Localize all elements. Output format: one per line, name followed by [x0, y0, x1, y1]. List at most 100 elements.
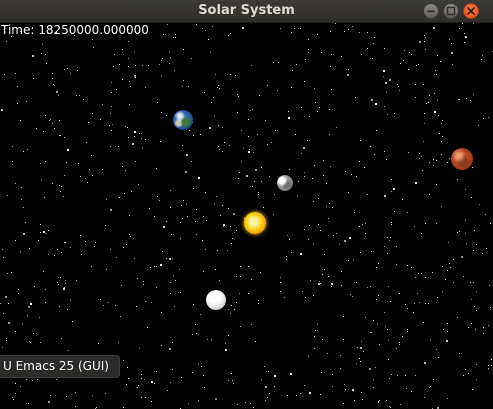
star [129, 234, 130, 235]
star [321, 372, 322, 373]
star [195, 324, 196, 325]
opengl-viewport[interactable]: Time: 18250000.000000 U Emacs 25 (GUI) [0, 23, 493, 409]
star [251, 279, 252, 280]
star [15, 393, 16, 394]
star [447, 398, 448, 399]
window-title: Solar System [198, 3, 295, 18]
star [294, 28, 295, 29]
star [271, 142, 272, 143]
star [50, 395, 51, 396]
star [426, 103, 427, 104]
star [437, 297, 438, 298]
star [425, 37, 426, 38]
star [169, 258, 171, 260]
star [258, 194, 259, 195]
star [375, 103, 377, 105]
star [421, 156, 422, 157]
star [333, 235, 334, 236]
star [225, 349, 227, 351]
star [387, 237, 388, 238]
star [422, 170, 423, 171]
star [323, 160, 324, 161]
star [291, 32, 292, 33]
star [328, 218, 329, 219]
star [462, 23, 463, 24]
title-bar[interactable]: Solar System [0, 0, 493, 23]
star [26, 379, 27, 380]
star [212, 26, 213, 27]
star [251, 65, 252, 66]
star [343, 316, 344, 317]
star [241, 130, 242, 131]
white-planet [206, 290, 226, 310]
maximize-button[interactable] [443, 3, 459, 19]
star [391, 179, 392, 180]
star [214, 116, 215, 117]
star [217, 87, 218, 88]
star [180, 238, 181, 239]
minimize-button[interactable] [423, 3, 439, 19]
star [142, 147, 143, 148]
star [371, 251, 372, 252]
star [440, 61, 441, 62]
star [326, 183, 327, 184]
star [91, 155, 92, 156]
star [465, 220, 466, 221]
star [231, 373, 232, 374]
star [259, 95, 260, 96]
star [465, 189, 466, 190]
star [356, 363, 357, 364]
star [255, 341, 256, 342]
star [429, 95, 430, 96]
star [387, 114, 388, 115]
star [17, 86, 18, 87]
star [12, 164, 13, 165]
star [147, 327, 148, 328]
star [182, 86, 183, 87]
star [433, 165, 434, 166]
star [430, 339, 431, 340]
star [354, 212, 355, 213]
star [393, 188, 395, 190]
star [473, 282, 474, 283]
star [442, 291, 443, 292]
maximize-icon [446, 6, 456, 16]
star [218, 85, 219, 86]
star [398, 86, 399, 87]
star [128, 378, 129, 379]
star [61, 338, 62, 339]
star [309, 116, 310, 117]
star [109, 125, 110, 126]
star [12, 146, 13, 147]
star [0, 303, 1, 304]
star [367, 287, 368, 288]
star [83, 99, 84, 100]
star [161, 345, 162, 346]
star [132, 143, 134, 145]
star [183, 200, 184, 201]
close-button[interactable] [463, 3, 479, 19]
star [175, 34, 176, 35]
star [192, 372, 193, 373]
star [447, 162, 448, 163]
star [351, 174, 352, 175]
star [64, 69, 65, 70]
star [273, 214, 274, 215]
star [391, 191, 392, 192]
star [452, 64, 453, 65]
star [258, 303, 259, 304]
star [341, 285, 342, 286]
star [237, 404, 238, 405]
star [296, 395, 297, 396]
star [15, 240, 16, 241]
star [151, 401, 152, 402]
star [135, 77, 136, 78]
star [196, 209, 197, 210]
star [161, 312, 162, 313]
star [483, 333, 484, 334]
star [360, 140, 361, 141]
star [348, 260, 349, 261]
star [157, 196, 158, 197]
star [157, 102, 158, 103]
star [68, 350, 69, 351]
